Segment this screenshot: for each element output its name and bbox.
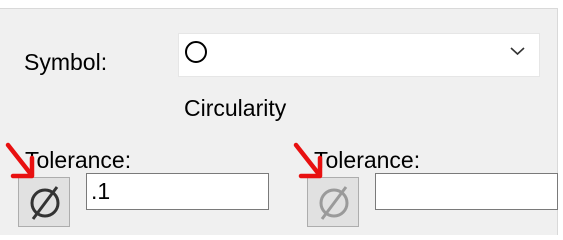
diameter-toggle-button-1[interactable] xyxy=(18,177,70,227)
annotation-arrow-icon xyxy=(5,142,35,179)
diameter-icon xyxy=(30,186,60,220)
symbol-label: Symbol: xyxy=(24,49,108,75)
symbol-description: Circularity xyxy=(184,95,287,121)
tolerance-1-label: Tolerance: xyxy=(25,147,132,173)
chevron-down-icon xyxy=(510,47,525,56)
annotation-arrow-icon xyxy=(293,142,323,179)
tolerance-2-input[interactable] xyxy=(375,173,558,210)
diameter-icon xyxy=(319,186,349,220)
circle-icon xyxy=(185,41,207,63)
tolerance-1-input[interactable] xyxy=(86,173,269,210)
tolerance-panel: Symbol: Circularity Tolerance: Tolerance… xyxy=(0,8,558,235)
diameter-toggle-button-2[interactable] xyxy=(307,177,359,227)
symbol-dropdown[interactable] xyxy=(178,33,540,77)
tolerance-2-label: Tolerance: xyxy=(314,147,421,173)
